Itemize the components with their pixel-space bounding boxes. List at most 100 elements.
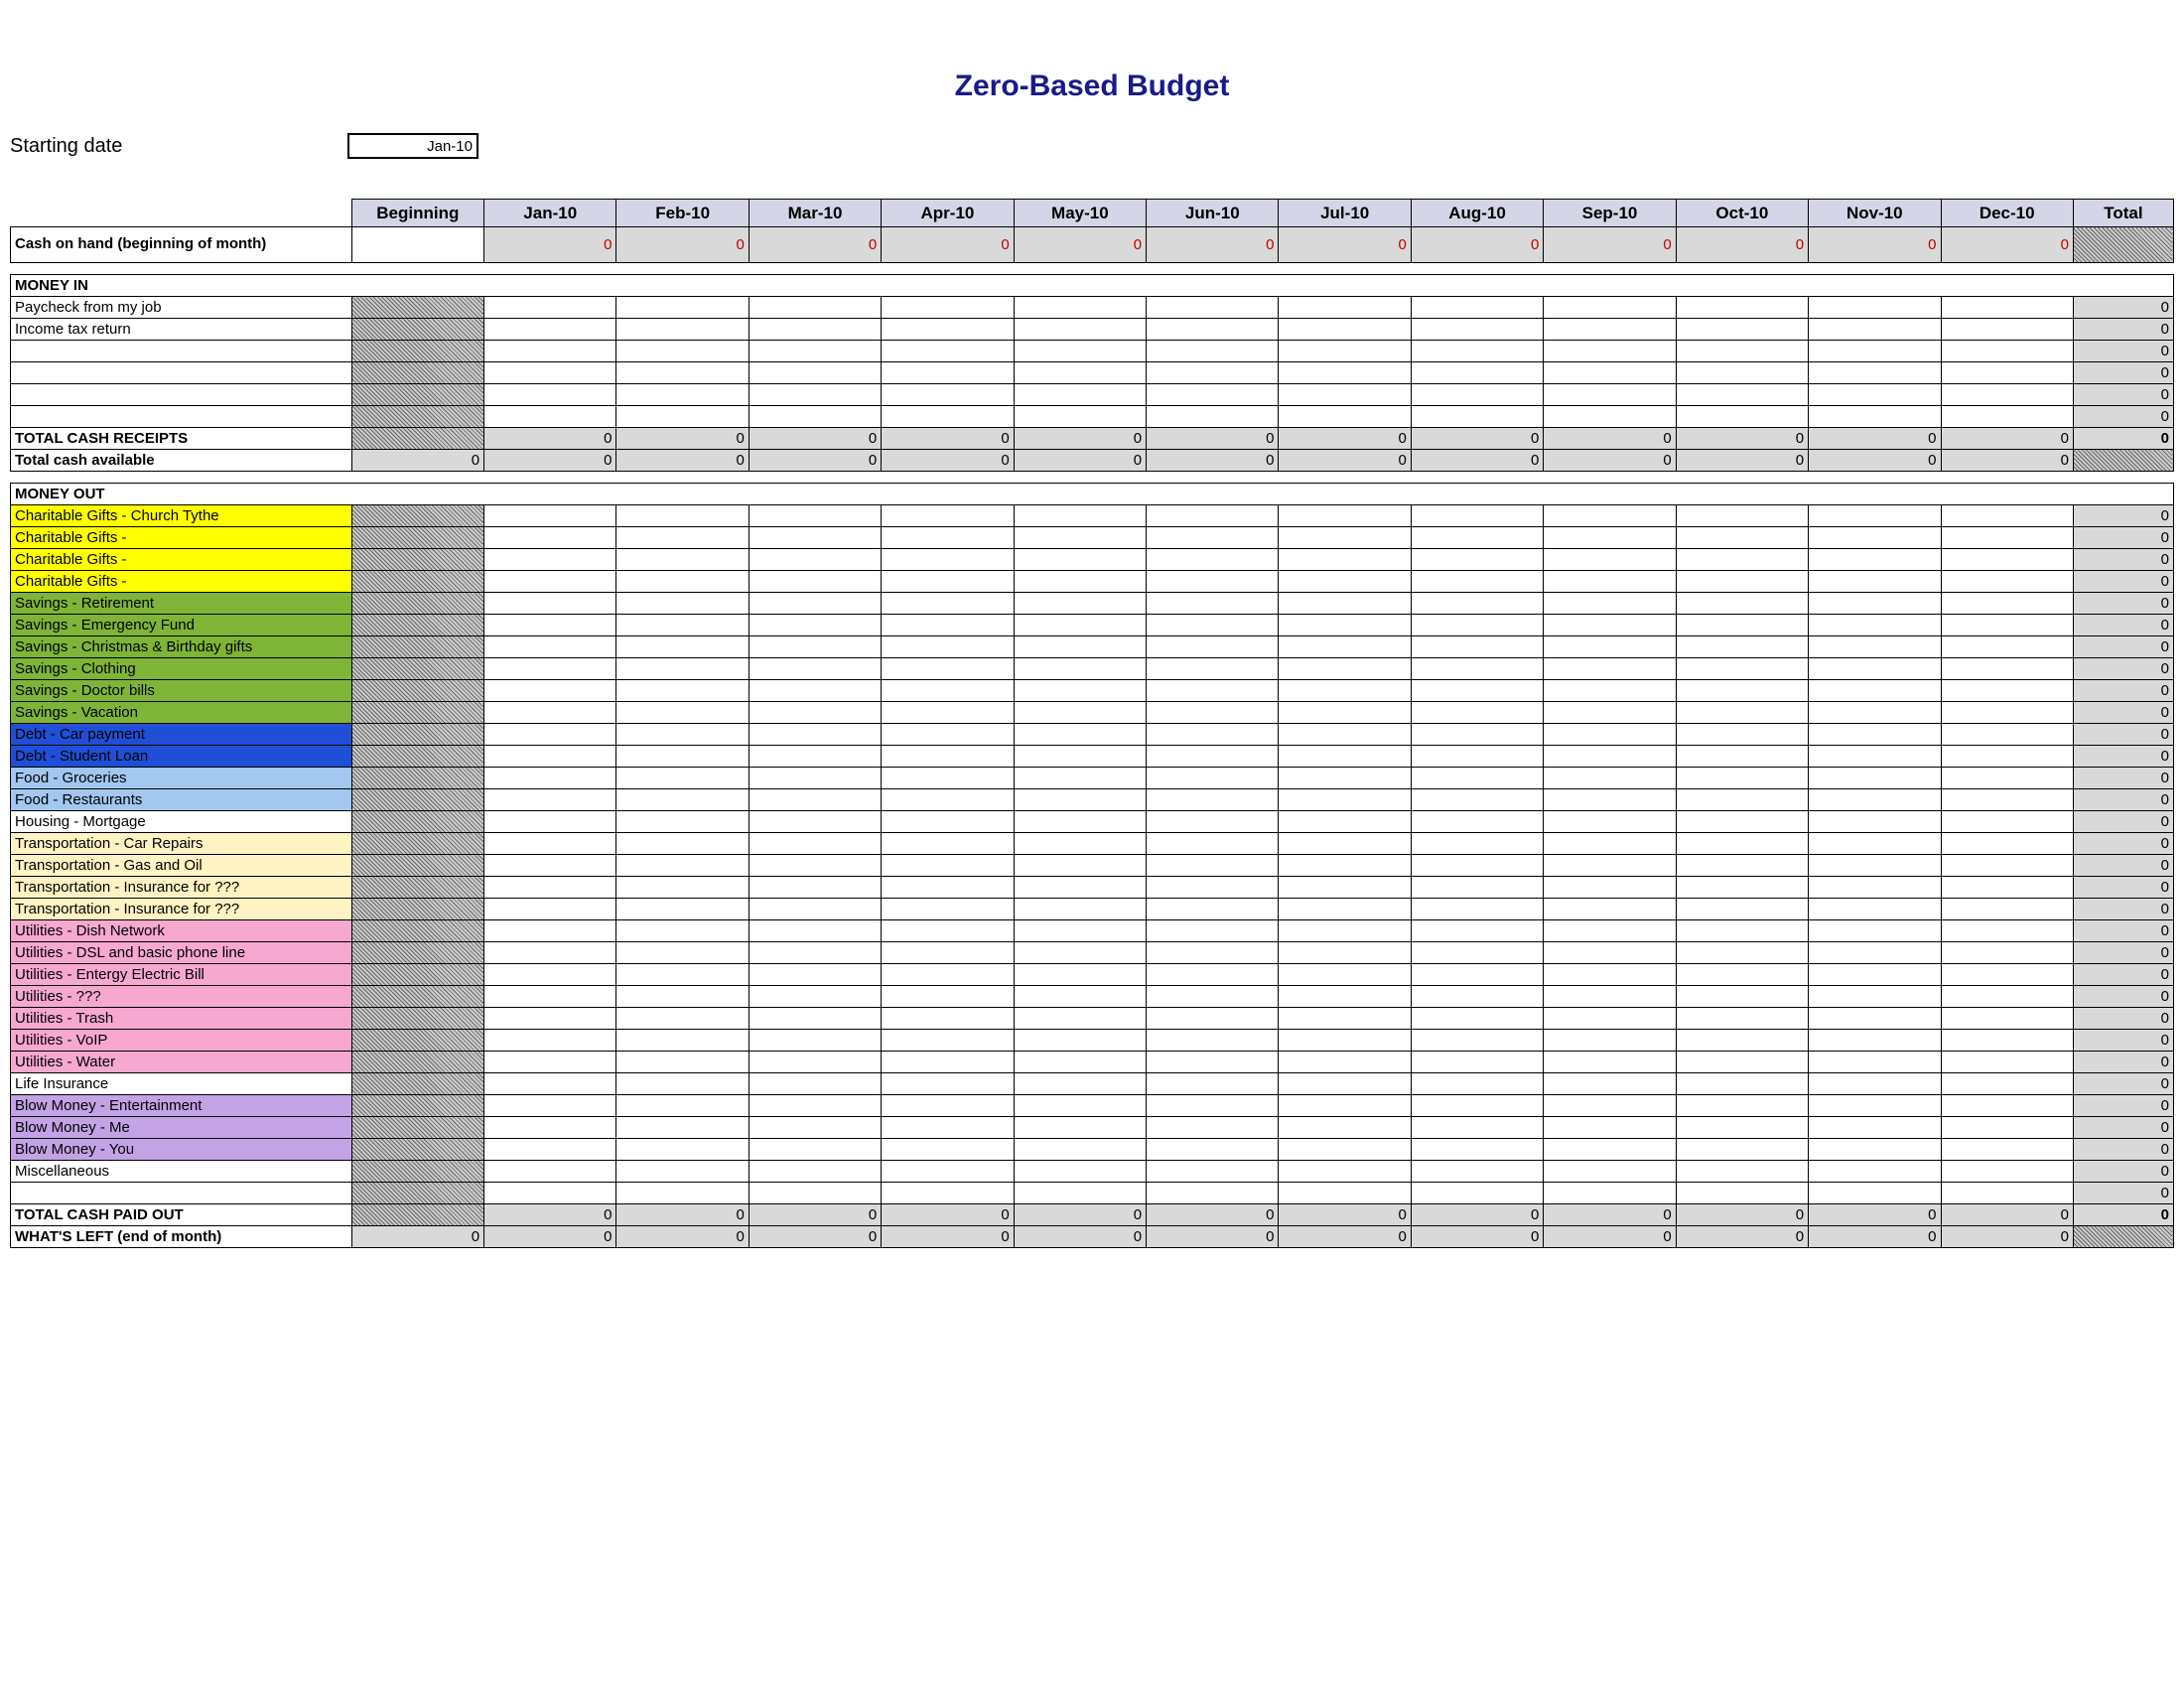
- cell-month[interactable]: [484, 768, 616, 789]
- cell-month[interactable]: [1279, 319, 1411, 341]
- cell-month[interactable]: [616, 1030, 749, 1052]
- cell-month[interactable]: [1147, 746, 1279, 768]
- cell-month[interactable]: [1411, 1030, 1543, 1052]
- cell-month[interactable]: [484, 746, 616, 768]
- cell-total[interactable]: 0: [2073, 1139, 2173, 1161]
- cell-month[interactable]: [1676, 658, 1808, 680]
- cell-month[interactable]: [1147, 362, 1279, 384]
- cell-month[interactable]: [1147, 549, 1279, 571]
- cell-month[interactable]: [882, 527, 1014, 549]
- cell-month[interactable]: [1809, 724, 1941, 746]
- cell-total[interactable]: 0: [2073, 297, 2173, 319]
- cell-month[interactable]: 0: [1147, 1226, 1279, 1248]
- cell-month[interactable]: [1279, 1008, 1411, 1030]
- cell-month[interactable]: [1147, 1183, 1279, 1204]
- cell-month[interactable]: [1411, 615, 1543, 636]
- cell-month[interactable]: [749, 406, 881, 428]
- cell-month[interactable]: 0: [749, 1226, 881, 1248]
- cell-month[interactable]: [1411, 362, 1543, 384]
- cell-month[interactable]: [1941, 877, 2073, 899]
- cell-month[interactable]: [1676, 1183, 1808, 1204]
- cell-month[interactable]: 0: [1411, 1204, 1543, 1226]
- cell-month[interactable]: [1147, 855, 1279, 877]
- cell-month[interactable]: 0: [1941, 450, 2073, 472]
- cell-month[interactable]: [1411, 297, 1543, 319]
- cell-total[interactable]: 0: [2073, 964, 2173, 986]
- money-in-item-label[interactable]: Paycheck from my job: [11, 297, 352, 319]
- cell-month[interactable]: [1809, 527, 1941, 549]
- cell-month[interactable]: [1809, 636, 1941, 658]
- cell-total[interactable]: [2073, 450, 2173, 472]
- cell-month[interactable]: [1147, 527, 1279, 549]
- cell-month[interactable]: [1809, 680, 1941, 702]
- cell-month[interactable]: [1544, 877, 1676, 899]
- cell-month[interactable]: [749, 877, 881, 899]
- cell-beginning[interactable]: [351, 811, 483, 833]
- cell-month[interactable]: [484, 877, 616, 899]
- cell-month[interactable]: [1411, 1161, 1543, 1183]
- cell-month[interactable]: [1147, 1139, 1279, 1161]
- cell-month[interactable]: [616, 899, 749, 920]
- cell-month[interactable]: [616, 702, 749, 724]
- cell-month[interactable]: [882, 942, 1014, 964]
- cell-month[interactable]: 0: [1544, 450, 1676, 472]
- cell-beginning[interactable]: [351, 341, 483, 362]
- cell-month[interactable]: 0: [1941, 428, 2073, 450]
- cell-month[interactable]: [1676, 549, 1808, 571]
- cell-total[interactable]: 0: [2073, 549, 2173, 571]
- cell-month[interactable]: [616, 362, 749, 384]
- cell-month[interactable]: [882, 1183, 1014, 1204]
- cell-month[interactable]: [1809, 593, 1941, 615]
- cell-month[interactable]: 0: [484, 450, 616, 472]
- cell-month[interactable]: [1809, 1095, 1941, 1117]
- cell-month[interactable]: [1279, 571, 1411, 593]
- money-in-item-label[interactable]: [11, 341, 352, 362]
- money-out-item-label[interactable]: Utilities - Entergy Electric Bill: [11, 964, 352, 986]
- cell-month[interactable]: [1544, 636, 1676, 658]
- cell-month[interactable]: [484, 833, 616, 855]
- cell-month[interactable]: [616, 549, 749, 571]
- cell-month[interactable]: [749, 855, 881, 877]
- cell-month[interactable]: [1147, 877, 1279, 899]
- cell-month[interactable]: [749, 549, 881, 571]
- cell-month[interactable]: [1014, 362, 1146, 384]
- cell-month[interactable]: [1014, 1030, 1146, 1052]
- cell-month[interactable]: 0: [1279, 450, 1411, 472]
- cell-month[interactable]: [1941, 1161, 2073, 1183]
- cell-month[interactable]: [1014, 855, 1146, 877]
- cell-month[interactable]: [1279, 724, 1411, 746]
- cell-month[interactable]: [1279, 406, 1411, 428]
- cell-beginning[interactable]: [351, 680, 483, 702]
- cell-total[interactable]: 0: [2073, 1183, 2173, 1204]
- cell-beginning[interactable]: [351, 942, 483, 964]
- cell-month[interactable]: [1544, 855, 1676, 877]
- money-out-item-label[interactable]: [11, 1183, 352, 1204]
- cell-month[interactable]: [1279, 964, 1411, 986]
- cell-month[interactable]: [1279, 593, 1411, 615]
- cell-month[interactable]: [1411, 899, 1543, 920]
- cell-month[interactable]: [749, 942, 881, 964]
- money-out-item-label[interactable]: Savings - Christmas & Birthday gifts: [11, 636, 352, 658]
- cell-month[interactable]: [616, 658, 749, 680]
- cell-month[interactable]: [749, 658, 881, 680]
- cell-month[interactable]: [1014, 899, 1146, 920]
- cell-month[interactable]: [749, 768, 881, 789]
- cell-month[interactable]: [1941, 680, 2073, 702]
- cell-month[interactable]: [1279, 505, 1411, 527]
- cell-month[interactable]: [484, 297, 616, 319]
- cell-month[interactable]: [882, 571, 1014, 593]
- cell-month[interactable]: [1147, 702, 1279, 724]
- cell-beginning[interactable]: [351, 964, 483, 986]
- cell-total[interactable]: 0: [2073, 319, 2173, 341]
- cell-month[interactable]: [749, 297, 881, 319]
- cell-month[interactable]: [1809, 702, 1941, 724]
- cell-month[interactable]: [1279, 942, 1411, 964]
- cell-month[interactable]: [616, 1008, 749, 1030]
- cell-month[interactable]: [1809, 855, 1941, 877]
- cell-month[interactable]: [1147, 636, 1279, 658]
- cell-month[interactable]: [749, 593, 881, 615]
- cell-month[interactable]: [484, 341, 616, 362]
- cell-month[interactable]: 0: [1941, 1204, 2073, 1226]
- cell-month[interactable]: [1809, 833, 1941, 855]
- cell-month[interactable]: [1147, 1008, 1279, 1030]
